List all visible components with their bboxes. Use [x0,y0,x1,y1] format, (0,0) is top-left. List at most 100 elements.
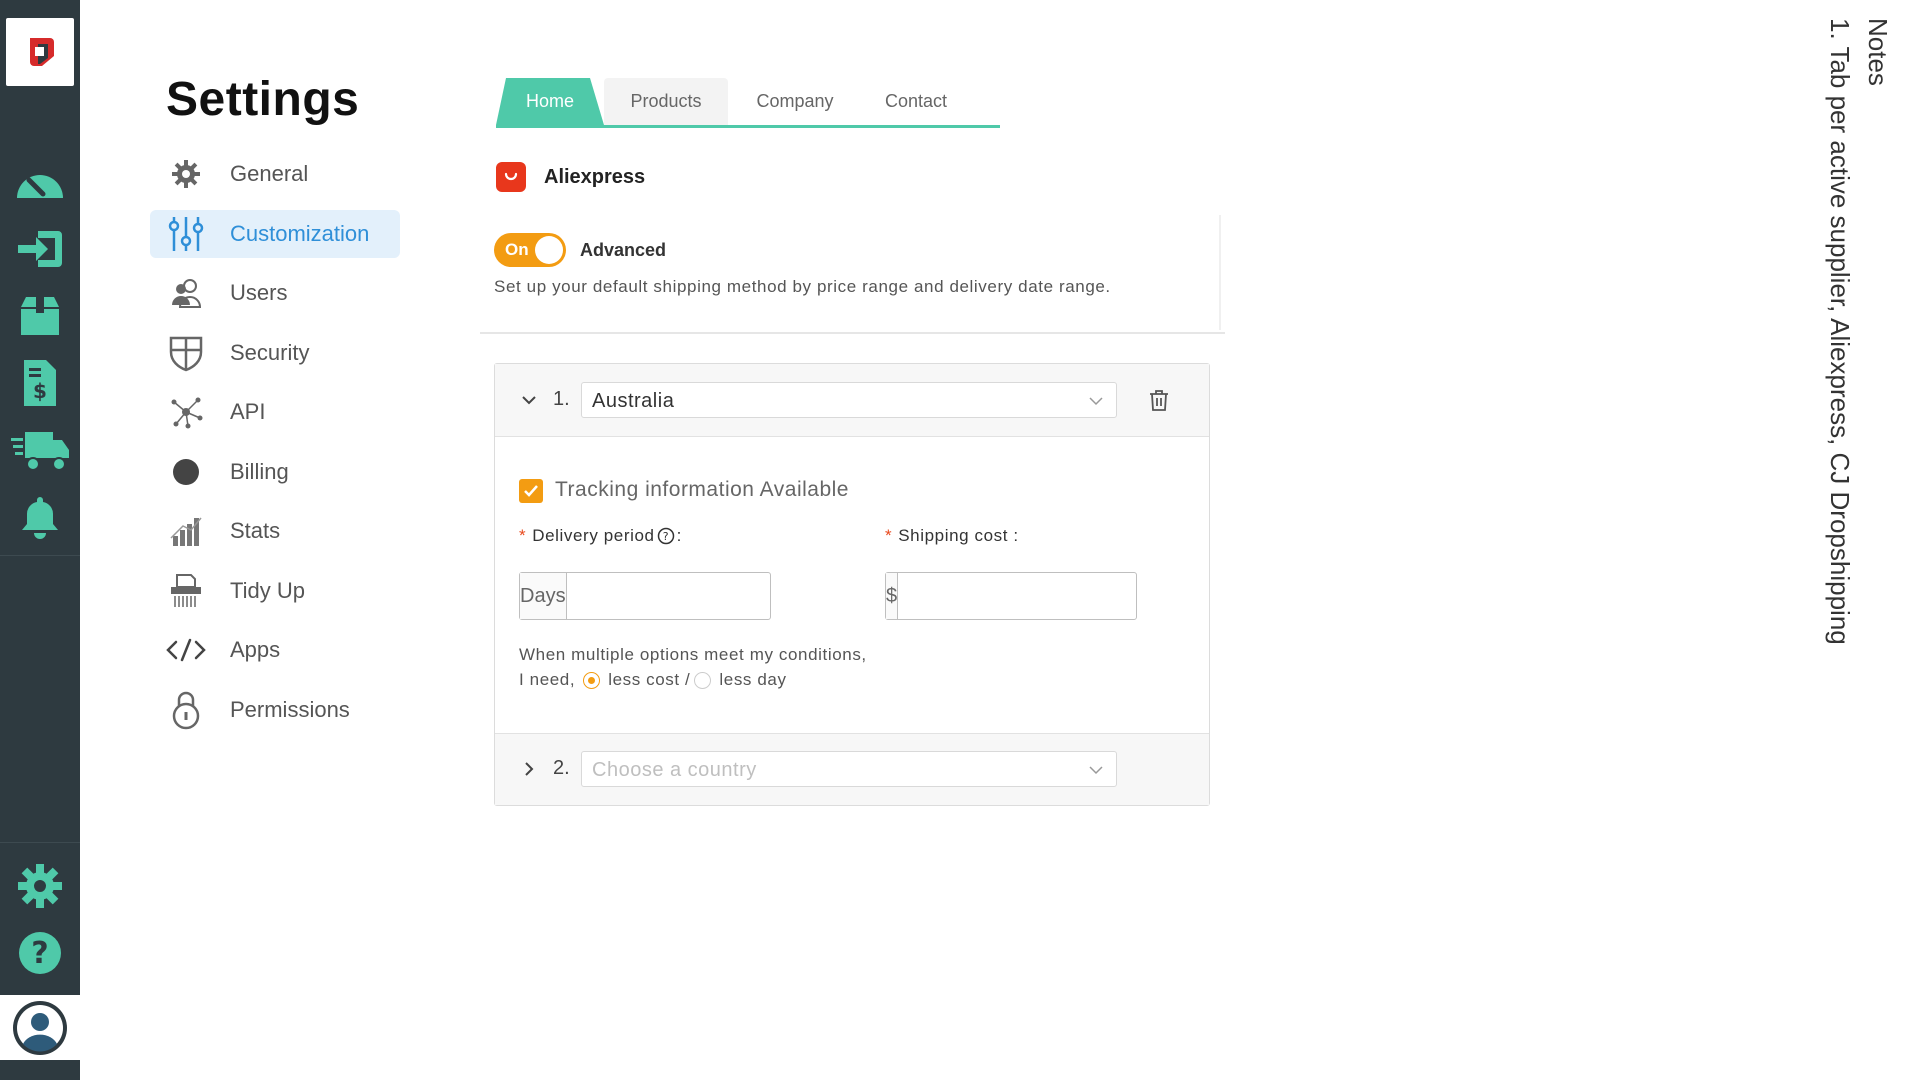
nav-item-users[interactable]: Users [150,269,400,317]
rail-help[interactable]: ? [0,923,80,983]
gear-icon [18,864,62,908]
tab-home[interactable]: Home [496,78,604,125]
rail-notifications[interactable] [0,487,80,547]
supplier-tabs: Home Products Company Contact [496,78,1000,128]
truck-icon [11,432,69,471]
nav-item-tidy-up[interactable]: Tidy Up [150,567,400,615]
svg-text:?: ? [662,530,668,543]
shield-icon [162,329,210,377]
shipping-cost-text: Shipping cost : [898,526,1019,545]
api-network-icon [162,388,210,436]
rail-profile[interactable] [0,995,80,1060]
rule-2-country-select[interactable]: Choose a country [581,751,1117,787]
advanced-description: Set up your default shipping method by p… [494,277,1111,296]
svg-text:?: ? [31,936,48,971]
rule-1-collapse-toggle[interactable] [519,390,539,410]
nav-item-stats[interactable]: Stats [150,507,400,555]
less-cost-radio[interactable] [583,671,601,689]
rail-dashboard[interactable] [0,152,80,212]
tab-label: Products [630,91,702,111]
delivery-period-label: * Delivery period ? : [519,526,682,546]
chevron-down-icon [1088,393,1104,411]
nav-item-security[interactable]: Security [150,329,400,377]
checkmark-icon [524,485,538,497]
nav-item-permissions[interactable]: Permissions [150,686,400,734]
tab-products[interactable]: Products [604,78,728,125]
tab-company[interactable]: Company [736,78,854,125]
lock-icon [162,686,210,734]
select-placeholder: Choose a country [592,759,757,781]
stats-bars-icon [162,507,210,555]
nav-item-apps[interactable]: Apps [150,626,400,674]
tracking-label: Tracking information Available [555,478,849,501]
notes-annotation: Notes 1. Tab per active supplier, Aliexp… [1825,18,1899,1018]
nav-item-label: Billing [230,458,289,484]
page-title: Settings [166,73,360,126]
nav-item-label: Stats [230,518,281,543]
rule-1-country-select[interactable]: Australia [581,382,1117,418]
chevron-down-icon [522,396,536,405]
nav-item-label: API [230,399,266,424]
notes-title: Notes [1863,18,1893,86]
invoice-dollar-icon: $ [24,360,56,406]
nav-item-billing[interactable]: Billing [150,448,400,496]
advanced-label: Advanced [580,240,667,260]
section-divider [480,332,1225,334]
logo-icon [30,38,54,66]
sliders-icon [162,210,210,258]
nav-item-label: General [230,161,309,186]
rail-settings[interactable] [0,856,80,916]
nav-item-general[interactable]: General [150,150,400,198]
chevron-down-icon [1088,762,1104,780]
notes-line-1: 1. Tab per active supplier, Aliexpress, … [1825,18,1855,645]
nav-item-label: Permissions [230,696,350,722]
less-day-radio[interactable] [694,671,712,689]
rail-divider [0,842,80,843]
nav-item-label: Tidy Up [230,577,305,603]
condition-text: When multiple options meet my conditions… [519,645,867,664]
billing-circle-icon [162,448,210,496]
tab-label: Contact [884,91,948,111]
nav-item-customization[interactable]: Customization [150,209,400,258]
question-circle-icon[interactable]: ? [657,527,675,545]
box-icon [21,297,59,335]
nav-item-api[interactable]: API [150,388,400,436]
required-mark: * [519,526,527,545]
shipping-cost-input[interactable] [898,573,1147,619]
advanced-toggle[interactable]: On [494,233,566,267]
tab-contact[interactable]: Contact [862,78,970,125]
delivery-period-colon: : [676,526,682,545]
rail-shipping[interactable] [0,420,80,480]
shipping-cost-field: $ [885,572,1147,620]
chevron-right-icon [525,762,534,776]
toggle-label: On [505,240,529,259]
days-addon: Days [520,573,567,619]
condition-prefix: I need, [519,670,576,689]
rail-import[interactable] [0,219,80,279]
rail-orders[interactable]: $ [0,353,80,413]
import-icon [18,231,62,267]
less-cost-label: less cost / [608,670,691,689]
rule-2-header: 2. Choose a country [495,733,1209,805]
tab-label: Company [756,91,834,111]
settings-nav: General Customization Users Security API… [150,150,400,745]
nav-item-label: Apps [230,637,281,662]
shipping-cost-label: * Shipping cost : [885,526,1019,546]
help-icon: ? [19,932,61,974]
supplier-name: Aliexpress [544,165,646,188]
rule-number: 2. [553,757,570,779]
supplier-header: Aliexpress [496,162,645,192]
delivery-period-input[interactable] [566,573,815,619]
trash-icon [1150,390,1168,411]
tab-label: Home [525,91,574,111]
currency-addon: $ [886,573,899,619]
app-logo[interactable] [6,18,74,86]
tracking-checkbox[interactable] [519,479,543,503]
rule-1-delete-button[interactable] [1147,387,1171,413]
gauge-icon [17,175,63,198]
nav-item-label: Users [230,280,288,305]
nav-item-label: Security [230,339,310,365]
rule-2-expand-toggle[interactable] [519,759,539,779]
rail-products[interactable] [0,286,80,346]
condition-options: I need, less cost / less day [519,670,787,690]
